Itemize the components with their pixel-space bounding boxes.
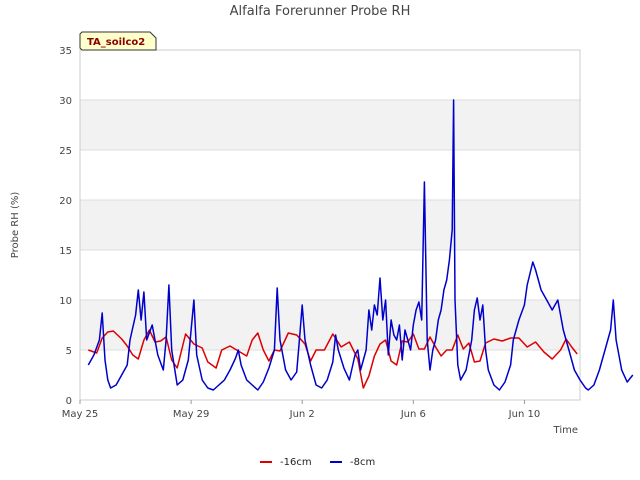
x-tick-label: Jun 10 bbox=[508, 409, 541, 420]
legend-label: -16cm bbox=[280, 457, 312, 468]
chart-title: Alfalfa Forerunner Probe RH bbox=[230, 4, 411, 19]
y-band bbox=[80, 200, 580, 250]
y-tick-label: 20 bbox=[59, 196, 72, 207]
y-tick-label: 30 bbox=[59, 96, 72, 107]
legend-label: -8cm bbox=[350, 457, 375, 468]
y-tick-label: 5 bbox=[66, 346, 72, 357]
x-tick-label: Jun 2 bbox=[289, 409, 315, 420]
x-tick-label: May 25 bbox=[62, 409, 99, 420]
y-tick-label: 0 bbox=[66, 396, 72, 407]
y-tick-label: 10 bbox=[59, 296, 72, 307]
legend: -16cm -8cm bbox=[260, 457, 375, 468]
site-badge: TA_soilco2 bbox=[79, 31, 157, 51]
y-bands bbox=[80, 100, 580, 350]
badge-text: TA_soilco2 bbox=[87, 37, 145, 48]
x-tick-label: May 29 bbox=[173, 409, 210, 420]
x-tick-label: Jun 6 bbox=[400, 409, 426, 420]
y-axis-label: Probe RH (%) bbox=[10, 192, 21, 259]
x-ticks: May 25 May 29 Jun 2 Jun 6 Jun 10 bbox=[62, 400, 540, 420]
y-tick-label: 35 bbox=[59, 46, 72, 57]
chart: 0 5 10 15 20 25 30 35 May 25 May 29 Jun 2 Jun 6 Jun… bbox=[10, 4, 634, 468]
y-tick-label: 15 bbox=[59, 246, 72, 257]
y-band bbox=[80, 100, 580, 150]
y-ticks: 0 5 10 15 20 25 30 35 bbox=[59, 46, 72, 407]
y-tick-label: 25 bbox=[59, 146, 72, 157]
x-axis-label: Time bbox=[553, 425, 578, 436]
